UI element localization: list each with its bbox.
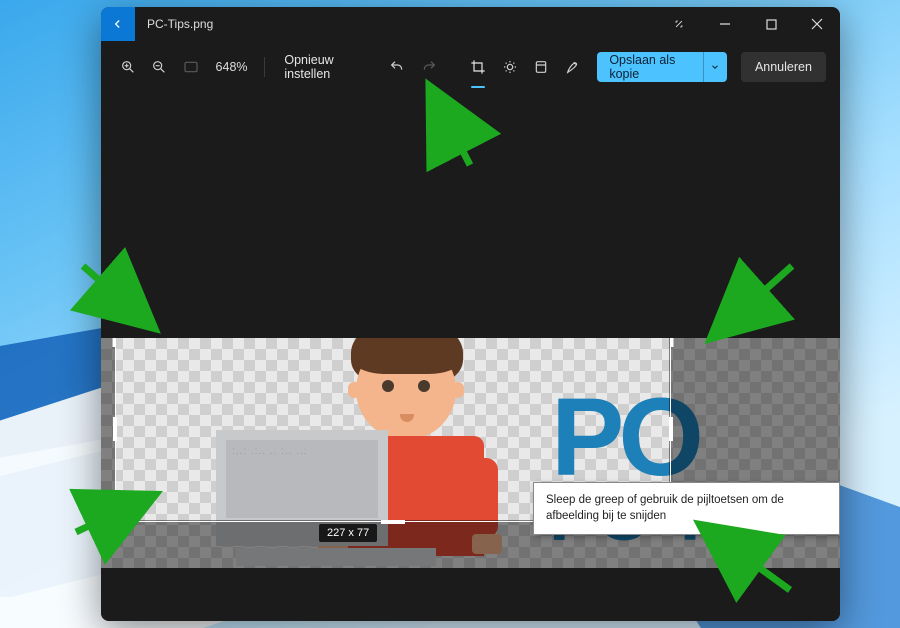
save-dropdown-button[interactable] <box>703 52 727 82</box>
zoom-in-button[interactable] <box>115 52 141 82</box>
window-title: PC-Tips.png <box>135 7 225 41</box>
adjust-tool-button[interactable] <box>497 52 523 82</box>
filter-tool-button[interactable] <box>528 52 554 82</box>
annotation-arrow <box>420 85 500 175</box>
crop-handle-right[interactable] <box>669 417 673 441</box>
fit-to-window-button <box>178 52 204 82</box>
save-as-copy-button[interactable]: Opslaan als kopie <box>597 52 727 82</box>
crop-tool-button[interactable] <box>465 52 491 82</box>
separator <box>264 57 265 77</box>
markup-tool-button[interactable] <box>560 52 586 82</box>
annotation-arrow <box>700 258 800 348</box>
undo-button[interactable] <box>384 52 410 82</box>
annotation-arrow <box>75 258 165 338</box>
maximize-button[interactable] <box>748 7 794 41</box>
title-bar: PC-Tips.png <box>101 7 840 41</box>
crop-handle-left[interactable] <box>113 417 117 441</box>
resize-diagonal-icon[interactable] <box>656 7 702 41</box>
crop-size-badge: 227 x 77 <box>319 524 377 542</box>
crop-handle-tl[interactable] <box>112 338 130 351</box>
cancel-button[interactable]: Annuleren <box>741 52 826 82</box>
reset-button[interactable]: Opnieuw instellen <box>274 52 378 82</box>
redo-button <box>416 52 442 82</box>
save-as-copy-label: Opslaan als kopie <box>597 53 703 81</box>
zoom-out-button[interactable] <box>147 52 173 82</box>
annotation-arrow <box>70 488 160 548</box>
crop-handle-bottom[interactable] <box>381 520 405 524</box>
back-button[interactable] <box>101 7 135 41</box>
close-button[interactable] <box>794 7 840 41</box>
crop-handle-tr[interactable] <box>656 338 674 351</box>
minimize-button[interactable] <box>702 7 748 41</box>
annotation-arrow <box>690 520 800 600</box>
zoom-level-label: 648% <box>210 60 254 74</box>
